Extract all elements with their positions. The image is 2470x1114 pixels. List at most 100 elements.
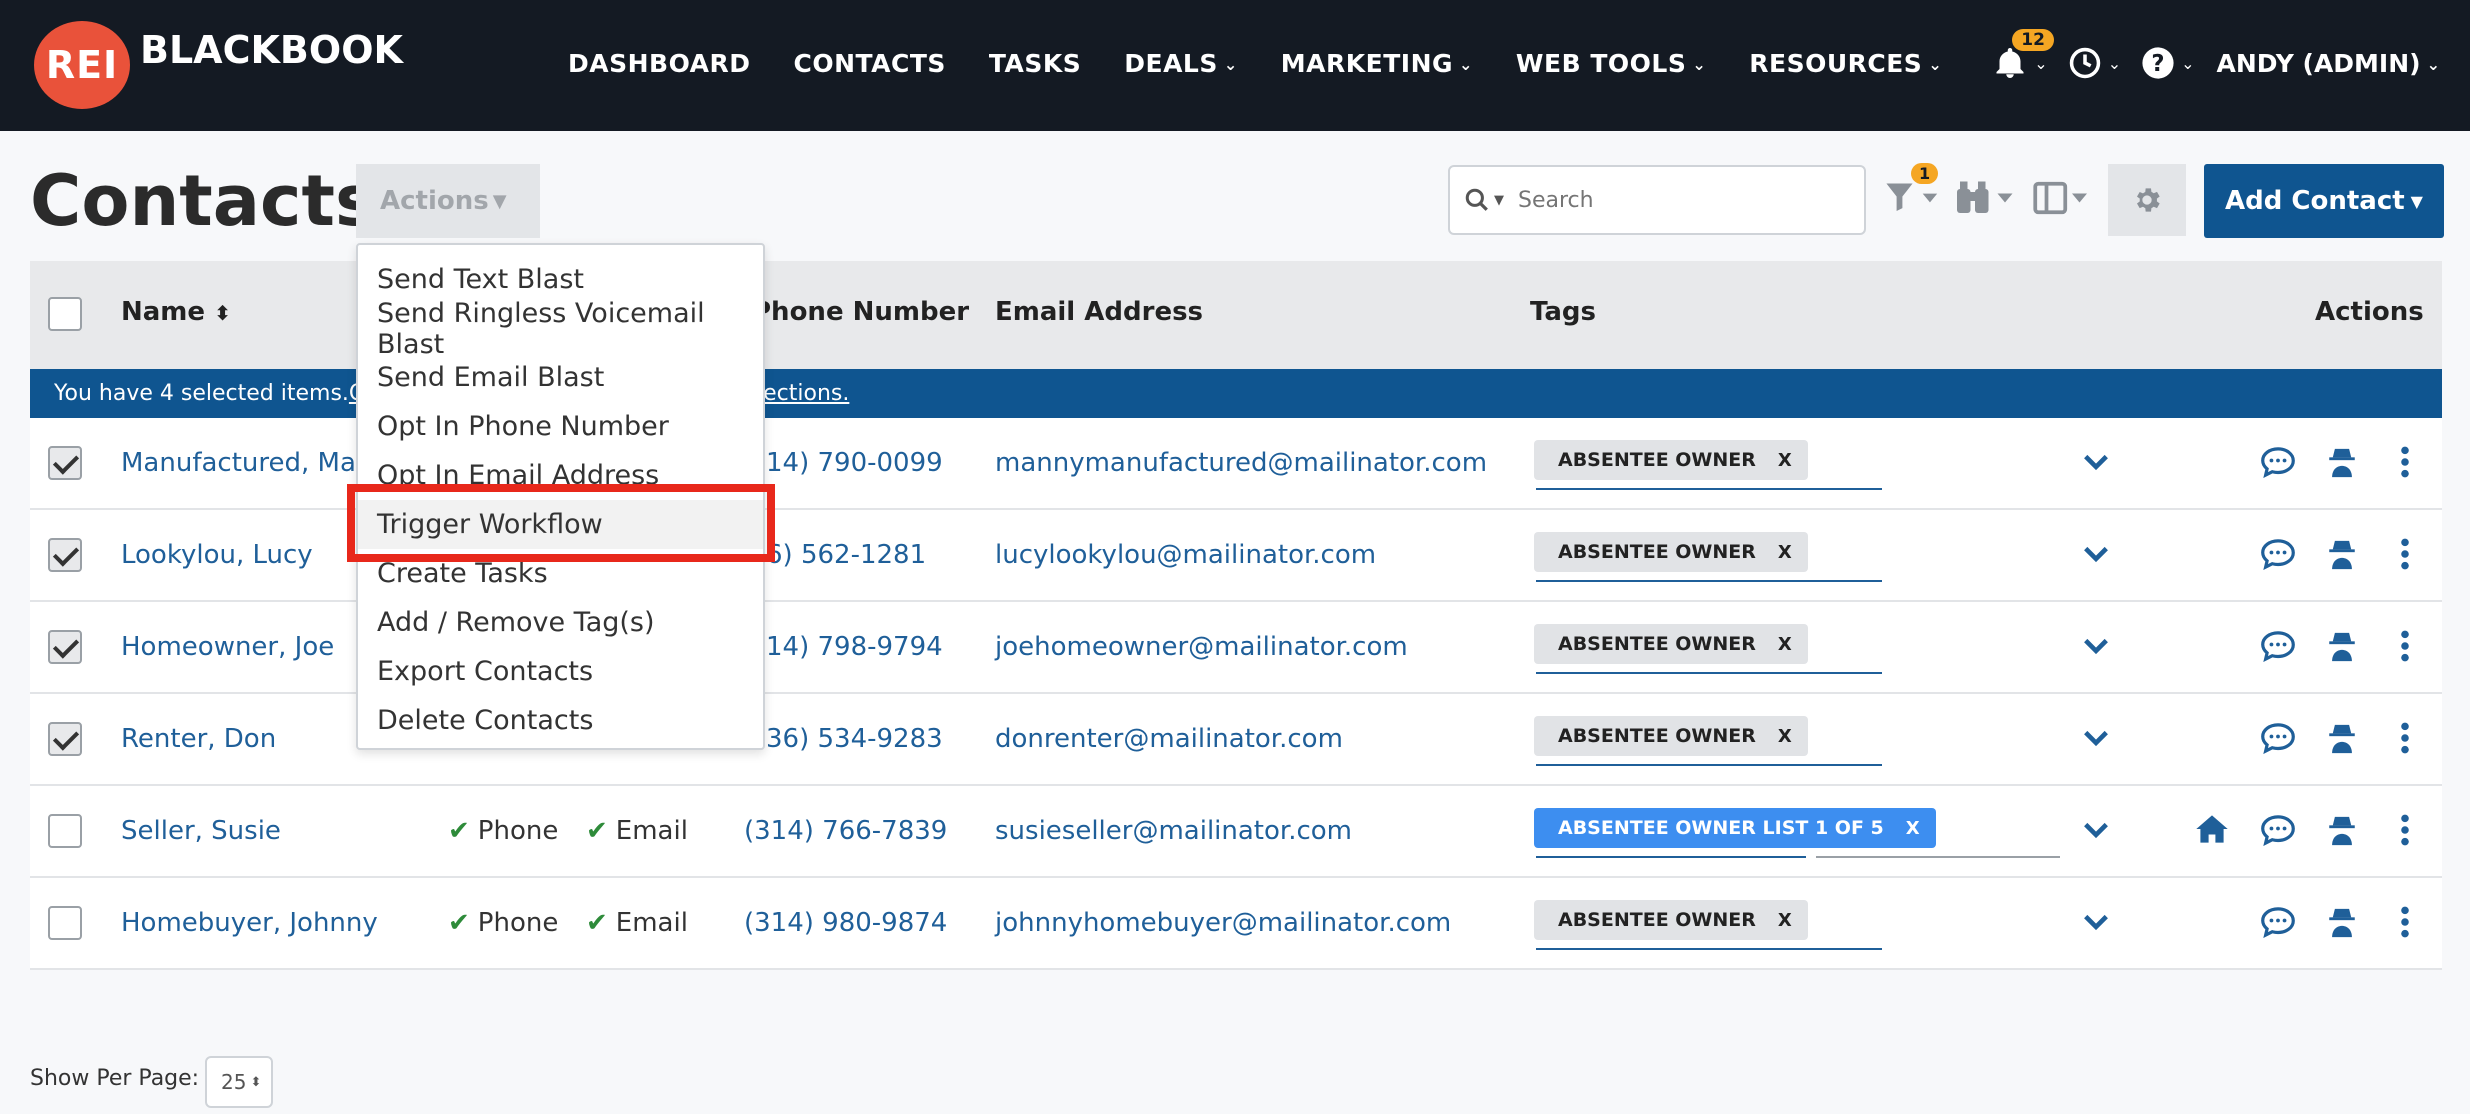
email-link[interactable]: donrenter@mailinator.com: [995, 724, 1343, 754]
actions-dropdown-button[interactable]: Actions ▼: [356, 164, 540, 238]
contact-name-link[interactable]: Homeowner, Joe: [121, 632, 334, 662]
chevron-down-icon[interactable]: [2083, 638, 2109, 660]
add-contact-button[interactable]: Add Contact ▼: [2204, 164, 2444, 238]
phone-link[interactable]: 6) 562-1281: [766, 540, 926, 570]
more-options-icon[interactable]: [2400, 538, 2410, 574]
spy-icon[interactable]: [2327, 538, 2357, 576]
tag-input-underline[interactable]: [1536, 948, 1882, 950]
phone-link[interactable]: 14) 798-9794: [766, 632, 943, 662]
more-options-icon[interactable]: [2400, 814, 2410, 850]
brand-logo[interactable]: REI BLACKBOOK: [34, 20, 403, 110]
filter-button[interactable]: [1885, 180, 1943, 220]
saved-searches-button[interactable]: [1955, 180, 2019, 220]
chevron-down-icon[interactable]: [2083, 822, 2109, 844]
tag-label: ABSENTEE OWNER: [1558, 541, 1756, 563]
remove-tag-icon[interactable]: X: [1906, 818, 1920, 839]
recent-history-button[interactable]: ⌄: [2068, 46, 2121, 80]
chat-icon[interactable]: [2260, 906, 2296, 942]
remove-tag-icon[interactable]: X: [1778, 910, 1792, 931]
tag-input-underline[interactable]: [1536, 488, 1882, 490]
tag-badge[interactable]: ABSENTEE OWNER X: [1534, 624, 1808, 664]
tag-badge[interactable]: ABSENTEE OWNER X: [1534, 900, 1808, 940]
chat-icon[interactable]: [2260, 538, 2296, 574]
more-options-icon[interactable]: [2400, 906, 2410, 942]
nav-dashboard[interactable]: DASHBOARD: [568, 49, 751, 78]
spy-icon[interactable]: [2327, 814, 2357, 852]
menu-item-send-email-blast[interactable]: Send Email Blast: [358, 353, 763, 402]
spy-icon[interactable]: [2327, 906, 2357, 944]
menu-item-send-ringless-voicemail-blast[interactable]: Send Ringless Voicemail Blast: [358, 298, 763, 360]
contact-name-link[interactable]: Manufactured, Mann: [121, 448, 389, 478]
email-link[interactable]: susieseller@mailinator.com: [995, 816, 1352, 846]
spy-icon[interactable]: [2327, 722, 2357, 760]
row-checkbox[interactable]: [48, 906, 82, 940]
contact-name-link[interactable]: Renter, Don: [121, 724, 276, 754]
banner-link-clear[interactable]: lections.: [757, 381, 849, 406]
per-page-select[interactable]: 25 ⬍: [205, 1056, 273, 1108]
more-options-icon[interactable]: [2400, 446, 2410, 482]
nav-marketing[interactable]: MARKETING ⌄: [1281, 49, 1473, 78]
spy-icon[interactable]: [2327, 630, 2357, 668]
search-box[interactable]: ▼: [1448, 165, 1866, 235]
row-checkbox[interactable]: [48, 446, 82, 480]
settings-button[interactable]: [2108, 164, 2186, 236]
menu-item-add-remove-tags[interactable]: Add / Remove Tag(s): [358, 598, 763, 647]
more-options-icon[interactable]: [2400, 630, 2410, 666]
nav-contacts[interactable]: CONTACTS: [794, 49, 946, 78]
more-options-icon[interactable]: [2400, 722, 2410, 758]
chat-icon[interactable]: [2260, 630, 2296, 666]
contact-name-link[interactable]: Lookylou, Lucy: [121, 540, 313, 570]
menu-item-export-contacts[interactable]: Export Contacts: [358, 647, 763, 696]
nav-deals[interactable]: DEALS ⌄: [1124, 49, 1238, 78]
phone-link[interactable]: 14) 790-0099: [766, 448, 943, 478]
chevron-down-icon[interactable]: [2083, 914, 2109, 936]
tag-input-underline[interactable]: [1816, 856, 2060, 858]
phone-link[interactable]: (314) 766-7839: [744, 816, 947, 846]
phone-link[interactable]: (314) 980-9874: [744, 908, 947, 938]
tag-input-underline[interactable]: [1536, 856, 1806, 858]
chat-icon[interactable]: [2260, 814, 2296, 850]
email-link[interactable]: lucylookylou@mailinator.com: [995, 540, 1376, 570]
row-checkbox[interactable]: [48, 630, 82, 664]
chevron-down-icon[interactable]: [2083, 454, 2109, 476]
remove-tag-icon[interactable]: X: [1778, 450, 1792, 471]
menu-item-opt-in-phone[interactable]: Opt In Phone Number: [358, 402, 763, 451]
chevron-down-icon[interactable]: [2083, 730, 2109, 752]
tag-input-underline[interactable]: [1536, 672, 1882, 674]
row-checkbox[interactable]: [48, 722, 82, 756]
user-menu[interactable]: ANDY (ADMIN) ⌄: [2217, 49, 2440, 78]
chat-icon[interactable]: [2260, 722, 2296, 758]
tag-input-underline[interactable]: [1536, 580, 1882, 582]
columns-button[interactable]: [2033, 180, 2093, 220]
row-checkbox[interactable]: [48, 814, 82, 848]
notifications-button[interactable]: 12 ⌄: [1992, 29, 2054, 81]
caret-down-icon[interactable]: ▼: [1494, 193, 1504, 208]
column-header-name[interactable]: Name ⬍: [121, 297, 231, 327]
contact-name-link[interactable]: Seller, Susie: [121, 816, 281, 846]
tag-badge[interactable]: ABSENTEE OWNER X: [1534, 716, 1808, 756]
contact-name-link[interactable]: Homebuyer, Johnny: [121, 908, 378, 938]
nav-web-tools[interactable]: WEB TOOLS ⌄: [1516, 49, 1706, 78]
tag-badge[interactable]: ABSENTEE OWNER LIST 1 OF 5 X: [1534, 808, 1936, 848]
select-all-checkbox[interactable]: [48, 297, 82, 331]
chevron-down-icon[interactable]: [2083, 546, 2109, 568]
email-link[interactable]: mannymanufactured@mailinator.com: [995, 448, 1487, 478]
menu-item-delete-contacts[interactable]: Delete Contacts: [358, 696, 763, 745]
chat-icon[interactable]: [2260, 446, 2296, 482]
remove-tag-icon[interactable]: X: [1778, 634, 1792, 655]
remove-tag-icon[interactable]: X: [1778, 542, 1792, 563]
tag-input-underline[interactable]: [1536, 764, 1882, 766]
nav-tasks[interactable]: TASKS: [989, 49, 1081, 78]
row-checkbox[interactable]: [48, 538, 82, 572]
nav-resources[interactable]: RESOURCES ⌄: [1749, 49, 1942, 78]
tag-badge[interactable]: ABSENTEE OWNER X: [1534, 440, 1808, 480]
tag-badge[interactable]: ABSENTEE OWNER X: [1534, 532, 1808, 572]
spy-icon[interactable]: [2327, 446, 2357, 484]
remove-tag-icon[interactable]: X: [1778, 726, 1792, 747]
home-icon[interactable]: [2195, 814, 2229, 848]
email-link[interactable]: joehomeowner@mailinator.com: [995, 632, 1408, 662]
help-button[interactable]: ? ⌄: [2141, 46, 2195, 80]
email-link[interactable]: johnnyhomebuyer@mailinator.com: [995, 908, 1451, 938]
phone-link[interactable]: 36) 534-9283: [766, 724, 943, 754]
search-input[interactable]: [1518, 187, 1818, 213]
